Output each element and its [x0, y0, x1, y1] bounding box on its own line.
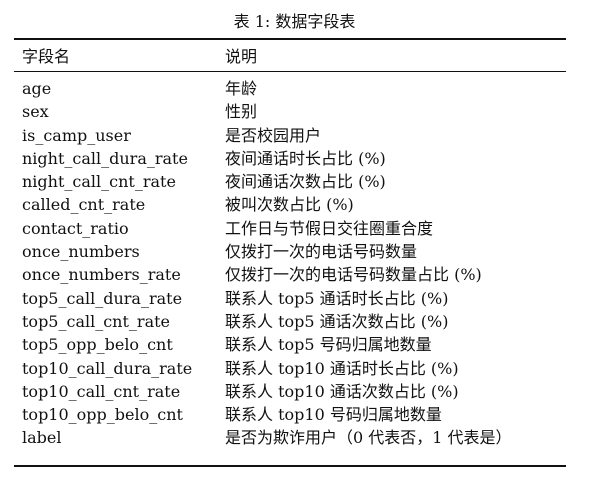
- field-name-cell: is_camp_user: [22, 125, 131, 145]
- table-row: top10_call_dura_rate 联系人 top10 通话时长占比 (%): [22, 357, 566, 380]
- table-row: top5_call_cnt_rate 联系人 top5 通话次数占比 (%): [22, 310, 566, 333]
- description-cell: 是否校园用户: [225, 125, 322, 145]
- field-name-cell: top10_opp_belo_cnt: [22, 405, 183, 425]
- field-name-cell: contact_ratio: [22, 218, 129, 238]
- table-row: age 年龄: [22, 77, 566, 100]
- table-caption: 表 1: 数据字段表: [233, 12, 356, 31]
- description-cell: 年龄: [225, 79, 258, 98]
- column-header-field-name: 字段名: [22, 47, 71, 66]
- description-cell: 联系人 top5 通话次数占比 (%): [225, 311, 449, 331]
- description-cell: 联系人 top5 号码归属地数量: [225, 335, 432, 355]
- description-cell: 性别: [225, 102, 258, 122]
- description-cell: 联系人 top10 通话时长占比 (%): [225, 358, 459, 378]
- column-header-description: 说明: [225, 47, 258, 66]
- table-row: top5_opp_belo_cnt 联系人 top5 号码归属地数量: [22, 333, 566, 356]
- table-row: contact_ratio 工作日与节假日交往圈重合度: [22, 217, 566, 240]
- field-name-cell: label: [22, 428, 62, 448]
- description-cell: 是否为欺诈用户（0 代表否，1 代表是）: [225, 428, 512, 448]
- table-row: is_camp_user 是否校园用户: [22, 124, 566, 147]
- field-name-cell: top5_opp_belo_cnt: [22, 335, 173, 355]
- description-cell: 仅拨打一次的电话号码数量: [225, 242, 418, 262]
- data-fields-table: 字段名 说明 age 年龄 sex 性别 is_camp_user 是否校园用户 night…: [22, 41, 566, 450]
- bottom-rule: [14, 465, 566, 467]
- field-name-cell: night_call_cnt_rate: [22, 172, 176, 192]
- description-cell: 仅拨打一次的电话号码数量占比 (%): [225, 265, 482, 285]
- description-cell: 联系人 top10 号码归属地数量: [225, 405, 442, 425]
- description-cell: 被叫次数占比 (%): [225, 195, 354, 215]
- table-row: once_numbers 仅拨打一次的电话号码数量: [22, 240, 566, 263]
- field-name-cell: once_numbers_rate: [22, 265, 181, 285]
- field-name-cell: age: [22, 79, 52, 98]
- table-body: age 年龄 sex 性别 is_camp_user 是否校园用户 night_call_d…: [22, 77, 566, 450]
- table-row: night_call_cnt_rate 夜间通话次数占比 (%): [22, 170, 566, 193]
- table-row: label 是否为欺诈用户（0 代表否，1 代表是）: [22, 426, 566, 449]
- top-rule: [14, 38, 566, 40]
- description-cell: 联系人 top5 通话时长占比 (%): [225, 288, 449, 308]
- description-cell: 工作日与节假日交往圈重合度: [225, 218, 434, 238]
- field-name-cell: top10_call_cnt_rate: [22, 381, 181, 401]
- description-cell: 联系人 top10 通话次数占比 (%): [225, 381, 459, 401]
- table-row: once_numbers_rate 仅拨打一次的电话号码数量占比 (%): [22, 263, 566, 286]
- field-name-cell: top5_call_cnt_rate: [22, 311, 170, 331]
- description-cell: 夜间通话次数占比 (%): [225, 172, 386, 192]
- table-row: night_call_dura_rate 夜间通话时长占比 (%): [22, 147, 566, 170]
- table-row: top5_call_dura_rate 联系人 top5 通话时长占比 (%): [22, 287, 566, 310]
- table-header-row: 字段名 说明: [22, 41, 566, 72]
- table-row: called_cnt_rate 被叫次数占比 (%): [22, 193, 566, 216]
- field-name-cell: top10_call_dura_rate: [22, 358, 193, 378]
- table-row: sex 性别: [22, 100, 566, 123]
- table-row: top10_call_cnt_rate 联系人 top10 通话次数占比 (%): [22, 380, 566, 403]
- table-row: top10_opp_belo_cnt 联系人 top10 号码归属地数量: [22, 403, 566, 426]
- description-cell: 夜间通话时长占比 (%): [225, 148, 386, 168]
- field-name-cell: once_numbers: [22, 242, 140, 262]
- field-name-cell: top5_call_dura_rate: [22, 288, 183, 308]
- field-name-cell: night_call_dura_rate: [22, 148, 188, 168]
- field-name-cell: sex: [22, 102, 49, 122]
- field-name-cell: called_cnt_rate: [22, 195, 146, 215]
